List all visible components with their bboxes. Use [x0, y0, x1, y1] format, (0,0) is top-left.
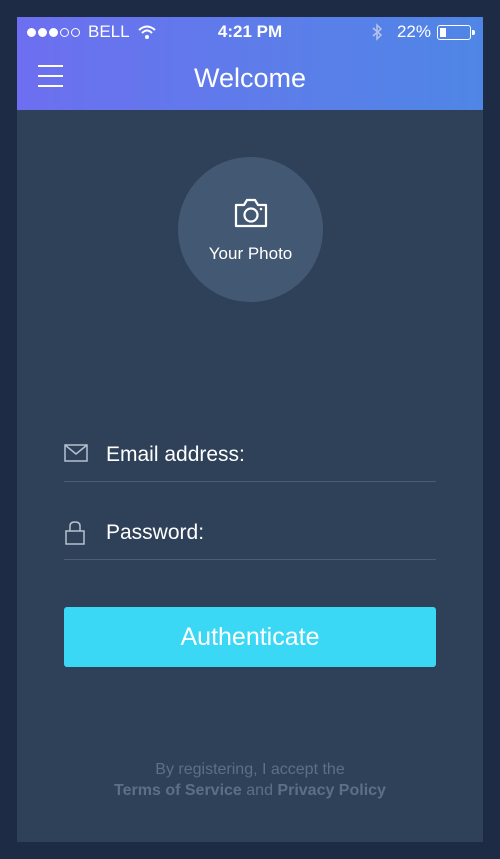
terms-of-service-link[interactable]: Terms of Service	[114, 782, 242, 799]
app-screen: BELL 4:21 PM 22% Welcome Your Photo Emai…	[17, 17, 483, 842]
photo-label: Your Photo	[208, 244, 293, 263]
page-title: Welcome	[193, 63, 307, 93]
battery-icon	[437, 24, 475, 40]
authenticate-button[interactable]: Authenticate	[64, 607, 436, 667]
camera-icon	[234, 198, 268, 228]
status-bar: BELL 4:21 PM 22%	[17, 17, 483, 49]
photo-upload-button[interactable]: Your Photo	[178, 157, 323, 302]
battery-percentage: 22%	[396, 22, 431, 41]
privacy-policy-link[interactable]: Privacy Policy	[277, 782, 386, 799]
battery-level	[440, 27, 446, 37]
terms-links-line: Terms of Service and Privacy Policy	[17, 780, 483, 801]
envelope-icon	[64, 444, 88, 462]
lock-icon	[65, 521, 85, 545]
terms-conjunction: and	[246, 782, 273, 799]
password-input[interactable]	[106, 510, 426, 555]
battery-nub	[472, 29, 475, 35]
header-bar: BELL 4:21 PM 22% Welcome	[17, 17, 483, 110]
password-field-row	[64, 510, 436, 560]
email-input[interactable]	[106, 432, 426, 477]
bluetooth-icon	[372, 23, 383, 41]
status-right: 22%	[371, 22, 475, 42]
terms-notice: By registering, I accept the Terms of Se…	[17, 759, 483, 801]
email-field-row	[64, 432, 436, 482]
terms-prefix: By registering, I accept the	[155, 761, 345, 778]
